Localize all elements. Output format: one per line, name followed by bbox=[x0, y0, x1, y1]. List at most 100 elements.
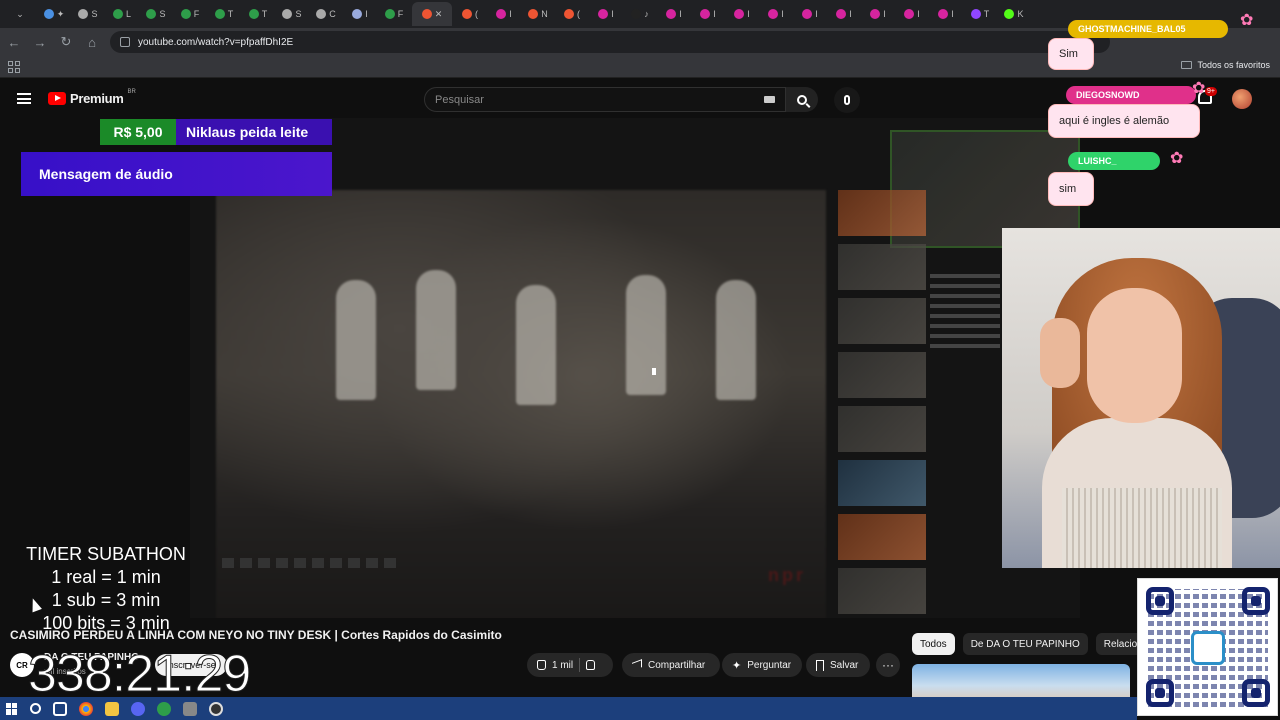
chip-all[interactable]: Todos bbox=[912, 633, 955, 655]
search-button[interactable] bbox=[786, 87, 818, 112]
browser-tab[interactable]: L bbox=[106, 2, 138, 26]
save-button[interactable]: Salvar bbox=[806, 653, 870, 677]
search-icon[interactable] bbox=[30, 703, 41, 714]
browser-tab[interactable]: I bbox=[760, 2, 792, 26]
chat-username: LUISHC_ bbox=[1068, 152, 1160, 170]
save-label: Salvar bbox=[830, 659, 859, 671]
browser-tab[interactable]: I bbox=[862, 2, 894, 26]
browser-tab[interactable]: S bbox=[72, 2, 104, 26]
donation-amount: R$ 5,00 bbox=[100, 119, 176, 145]
subathon-timer-rules: TIMER SUBATHON 1 real = 1 min 1 sub = 3 … bbox=[8, 543, 204, 635]
browser-tab[interactable]: I bbox=[658, 2, 690, 26]
notification-badge: 9+ bbox=[1205, 87, 1217, 96]
ask-button[interactable]: ✦ Perguntar bbox=[722, 653, 802, 677]
browser-tab[interactable]: S bbox=[140, 2, 172, 26]
browser-tab[interactable]: I bbox=[896, 2, 928, 26]
qr-code bbox=[1137, 578, 1278, 716]
url-text: youtube.com/watch?v=pfpaffDhI2E bbox=[138, 36, 294, 48]
dislike-icon[interactable] bbox=[586, 660, 596, 670]
logo-region: BR bbox=[127, 88, 136, 95]
browser-tab[interactable]: N bbox=[522, 2, 554, 26]
youtube-play-icon bbox=[48, 92, 66, 105]
browser-tab[interactable]: ( bbox=[556, 2, 588, 26]
chat-message: aqui é ingles é alemão bbox=[1048, 104, 1200, 138]
windows-taskbar bbox=[0, 697, 1137, 720]
keyboard-icon[interactable] bbox=[764, 96, 775, 103]
settings-icon[interactable] bbox=[183, 701, 197, 716]
related-filter-chips: Todos De DA O TEU PAPINHO Relacionad bbox=[912, 633, 1162, 655]
donation-message: Niklaus peida leite bbox=[176, 119, 332, 145]
streamer-webcam bbox=[1002, 228, 1280, 568]
youtube-logo[interactable]: Premium BR bbox=[48, 88, 136, 106]
video-title: CASIMIRO PERDEU A LINHA COM NEYO NO TINY… bbox=[10, 628, 502, 642]
browser-tab[interactable]: T bbox=[208, 2, 240, 26]
tab-list-button[interactable]: ⌄ bbox=[4, 2, 36, 26]
browser-tab[interactable]: K bbox=[998, 2, 1030, 26]
forward-arrow-icon[interactable]: → bbox=[28, 30, 52, 54]
reload-icon[interactable]: ↻ bbox=[54, 30, 78, 54]
browser-tab[interactable]: ( bbox=[454, 2, 486, 26]
video-controls bbox=[216, 558, 826, 578]
browser-tab[interactable]: F bbox=[378, 2, 410, 26]
mic-icon bbox=[844, 95, 850, 105]
share-label: Compartilhar bbox=[648, 659, 706, 671]
related-video-thumbnail[interactable] bbox=[912, 664, 1130, 700]
browser-tab[interactable]: T bbox=[964, 2, 996, 26]
browser-tab[interactable]: ♪ bbox=[624, 2, 656, 26]
windows-start-icon[interactable] bbox=[6, 702, 18, 715]
site-info-icon[interactable] bbox=[120, 37, 130, 47]
ask-label: Perguntar bbox=[747, 659, 792, 671]
account-avatar[interactable] bbox=[1232, 89, 1252, 109]
voice-search-button[interactable] bbox=[834, 87, 860, 113]
chat-message: Sim bbox=[1048, 38, 1094, 70]
browser-tab[interactable]: I bbox=[794, 2, 826, 26]
like-dislike-group: 1 mil bbox=[527, 653, 613, 677]
sparkle-icon: ✦ bbox=[732, 659, 742, 672]
browser-tab-active[interactable]: ✕ bbox=[412, 2, 452, 26]
bookmark-icon bbox=[816, 659, 824, 671]
donation-alert: R$ 5,00 Niklaus peida leite bbox=[100, 119, 332, 145]
browser-tab[interactable]: C bbox=[310, 2, 342, 26]
qr-center-logo bbox=[1191, 631, 1225, 665]
more-actions-button[interactable]: ··· bbox=[876, 653, 900, 677]
menu-icon[interactable] bbox=[17, 93, 31, 104]
chip-channel[interactable]: De DA O TEU PAPINHO bbox=[962, 633, 1088, 655]
chat-username: DIEGOSNOWD bbox=[1066, 86, 1196, 104]
folder-icon[interactable] bbox=[105, 701, 119, 716]
browser-tab[interactable]: S bbox=[276, 2, 308, 26]
all-favorites-button[interactable]: Todos os favoritos bbox=[1181, 60, 1270, 70]
timer-rule: 1 real = 1 min bbox=[51, 567, 161, 587]
timer-title: TIMER SUBATHON bbox=[26, 544, 186, 564]
video-frame: npr bbox=[216, 190, 826, 618]
browser-tab[interactable]: I bbox=[488, 2, 520, 26]
discord-icon[interactable] bbox=[131, 701, 145, 716]
browser-tab[interactable]: T bbox=[242, 2, 274, 26]
search-input[interactable]: Pesquisar bbox=[424, 87, 786, 112]
like-icon[interactable] bbox=[537, 660, 546, 670]
flower-icon: ✿ bbox=[1240, 12, 1254, 29]
back-arrow-icon[interactable]: ← bbox=[2, 30, 26, 54]
browser-tab[interactable]: I bbox=[726, 2, 758, 26]
browser-tab[interactable]: I bbox=[692, 2, 724, 26]
mouse-pointer-icon bbox=[652, 368, 656, 375]
screen: ⌄ ✦ S L S F T T S C I F ✕ ( I N ( I ♪ I … bbox=[0, 0, 1280, 720]
share-button[interactable]: Compartilhar bbox=[622, 653, 720, 677]
search-icon bbox=[797, 94, 807, 105]
task-view-icon[interactable] bbox=[53, 701, 67, 716]
browser-tab[interactable]: F bbox=[174, 2, 206, 26]
subathon-timer-value: 338:21:29 bbox=[27, 645, 251, 703]
browser-tab[interactable]: ✦ bbox=[38, 2, 70, 26]
browser-tab[interactable]: I bbox=[828, 2, 860, 26]
browser-tab[interactable]: I bbox=[930, 2, 962, 26]
like-count[interactable]: 1 mil bbox=[552, 660, 573, 671]
obs-icon[interactable] bbox=[209, 701, 223, 716]
audio-message-banner: Mensagem de áudio bbox=[21, 152, 332, 196]
flower-icon: ✿ bbox=[1170, 150, 1184, 167]
xbox-icon[interactable] bbox=[157, 701, 171, 716]
browser-tab[interactable]: I bbox=[344, 2, 376, 26]
home-icon[interactable]: ⌂ bbox=[80, 30, 104, 54]
address-bar[interactable]: youtube.com/watch?v=pfpaffDhI2E bbox=[110, 31, 1110, 53]
chrome-icon[interactable] bbox=[79, 701, 93, 716]
apps-grid-icon[interactable] bbox=[8, 60, 20, 73]
browser-tab[interactable]: I bbox=[590, 2, 622, 26]
